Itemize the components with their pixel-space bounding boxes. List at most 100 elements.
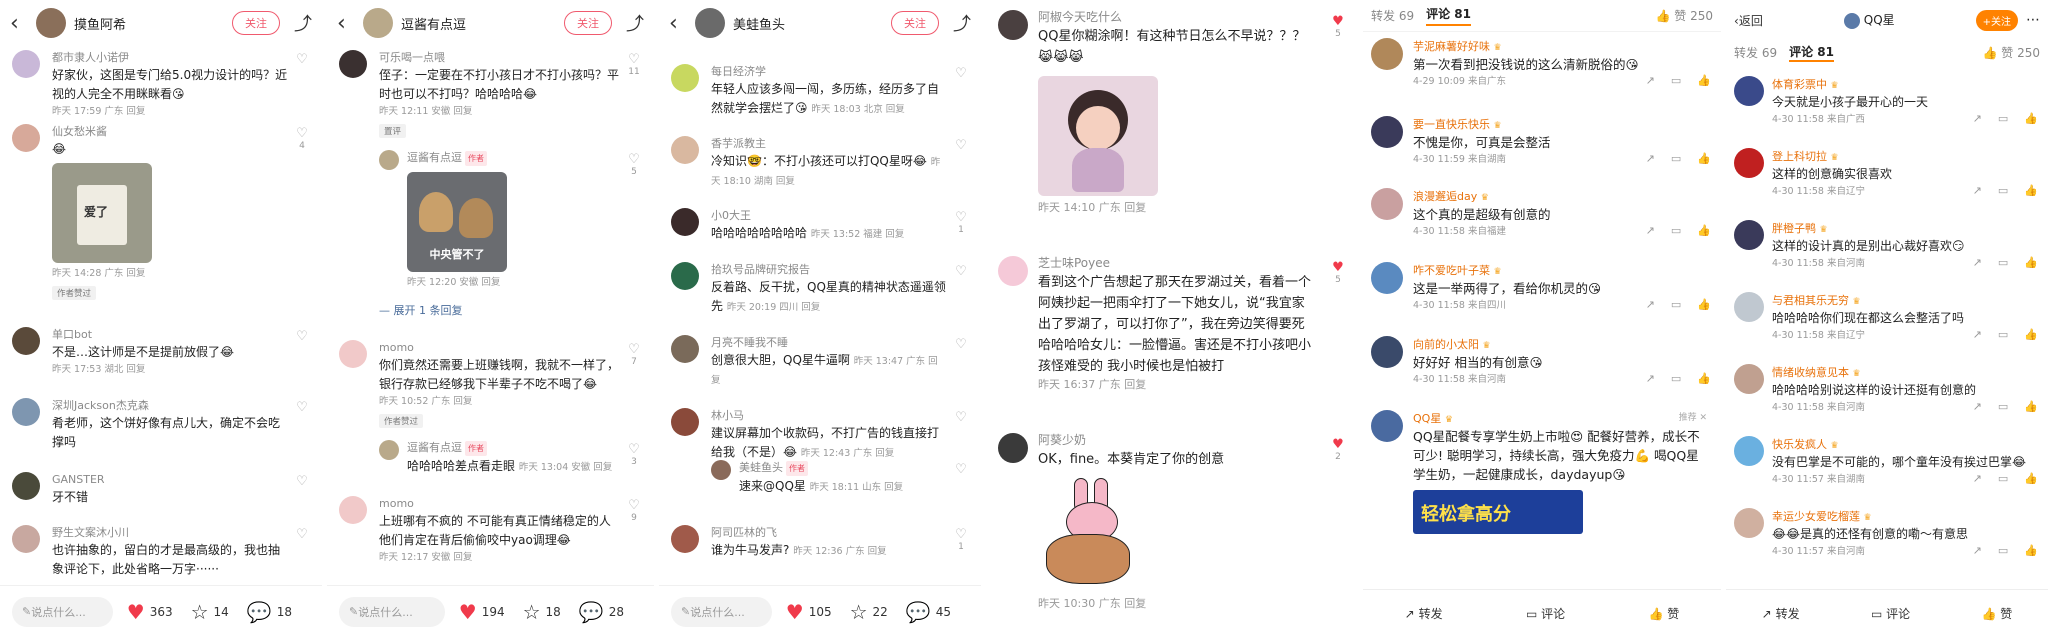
follow-button[interactable]: 关注: [891, 11, 939, 35]
comment-image[interactable]: [1038, 474, 1158, 594]
comment-author[interactable]: 浪漫邂逅day ♛: [1413, 188, 1711, 204]
share-icon[interactable]: ↗: [1646, 372, 1655, 387]
avatar[interactable]: [711, 460, 731, 480]
avatar[interactable]: [1371, 410, 1403, 442]
thumb-icon[interactable]: 👍: [1697, 372, 1711, 387]
comment-button[interactable]: ▭ 评论: [1526, 605, 1565, 622]
share-icon[interactable]: ↗: [1973, 544, 1982, 559]
avatar[interactable]: [339, 496, 367, 524]
comment-button[interactable]: ▭ 评论: [1871, 605, 1910, 622]
avatar[interactable]: [671, 208, 699, 236]
share-icon[interactable]: ↗: [1973, 472, 1982, 487]
like-icon[interactable]: ♡ 4: [292, 126, 312, 152]
comment-author[interactable]: 与君相其乐无穷 ♛: [1772, 292, 2038, 308]
avatar[interactable]: [379, 440, 399, 460]
comment-author[interactable]: momo: [379, 340, 620, 355]
comment-input[interactable]: ✎ 说点什么...: [12, 596, 113, 627]
tab-like[interactable]: 👍 赞 250: [1982, 44, 2040, 61]
comment-author[interactable]: 体育彩票中 ♛: [1772, 76, 2038, 92]
promo-tag[interactable]: 推荐 ✕: [1679, 410, 1707, 423]
avatar[interactable]: [671, 136, 699, 164]
comment-author[interactable]: 美蛙鱼头 作者: [739, 460, 947, 476]
comment-author[interactable]: 深圳Jackson杰克森: [52, 398, 288, 413]
avatar[interactable]: [1371, 116, 1403, 148]
more-icon[interactable]: ⋯: [2026, 12, 2040, 28]
comment-icon[interactable]: ▭: [1998, 544, 2008, 559]
comment-image[interactable]: 爱了: [52, 163, 152, 263]
comment-author[interactable]: 芝士味Poyee: [1038, 256, 1314, 271]
avatar[interactable]: [12, 472, 40, 500]
comment-button[interactable]: 💬 45: [906, 600, 951, 624]
back-icon[interactable]: ‹: [10, 11, 30, 36]
avatar[interactable]: [1734, 76, 1764, 106]
avatar[interactable]: [36, 8, 66, 38]
repost-button[interactable]: ↗ 转发: [1405, 605, 1443, 622]
comment-author[interactable]: 都市隶人小诺伊: [52, 50, 288, 65]
thumb-icon[interactable]: 👍: [1697, 224, 1711, 239]
follow-button[interactable]: 关注: [564, 11, 612, 35]
comment-author[interactable]: 快乐发疯人 ♛: [1772, 436, 2038, 452]
avatar[interactable]: [1734, 292, 1764, 322]
comment-author[interactable]: 拾玖号品牌研究报告: [711, 262, 947, 277]
repost-button[interactable]: ↗ 转发: [1762, 605, 1800, 622]
share-icon[interactable]: ↗: [1646, 224, 1655, 239]
tab-like[interactable]: 👍 赞 250: [1655, 7, 1713, 24]
comment-author[interactable]: 单口bot: [52, 327, 288, 342]
avatar[interactable]: [1843, 12, 1860, 29]
promo-banner[interactable]: 轻松拿高分: [1413, 490, 1583, 534]
avatar[interactable]: [671, 408, 699, 436]
like-icon[interactable]: ♡ 1: [951, 210, 971, 236]
thumb-icon[interactable]: 👍: [2024, 400, 2038, 415]
avatar[interactable]: [12, 124, 40, 152]
thumb-icon[interactable]: 👍: [2024, 256, 2038, 271]
share-icon[interactable]: ⤴: [294, 10, 312, 36]
comment-icon[interactable]: ▭: [1671, 74, 1681, 89]
avatar[interactable]: [695, 8, 725, 38]
thumb-icon[interactable]: 👍: [2024, 184, 2038, 199]
avatar[interactable]: [1371, 336, 1403, 368]
comment-icon[interactable]: ▭: [1671, 372, 1681, 387]
avatar[interactable]: [1734, 148, 1764, 178]
comment-author[interactable]: QQ星 ♛: [1413, 410, 1711, 426]
like-icon[interactable]: ♡: [951, 138, 971, 153]
avatar[interactable]: [379, 150, 399, 170]
avatar[interactable]: [363, 8, 393, 38]
like-icon[interactable]: ♡ 1: [951, 527, 971, 553]
like-icon[interactable]: ♡: [951, 462, 971, 477]
comment-author[interactable]: 幸运少女爱吃榴莲 ♛: [1772, 508, 2038, 524]
thumb-icon[interactable]: 👍: [2024, 112, 2038, 127]
comment-author[interactable]: 小0大王: [711, 208, 947, 223]
like-icon[interactable]: ♡ 5: [624, 152, 644, 178]
comment-author[interactable]: 逗酱有点逗 作者: [407, 440, 620, 456]
avatar[interactable]: [12, 50, 40, 78]
follow-button[interactable]: +关注: [1975, 9, 2018, 31]
like-icon[interactable]: ♡: [951, 264, 971, 279]
thumb-icon[interactable]: 👍: [2024, 544, 2038, 559]
star-button[interactable]: ☆ 18: [523, 600, 561, 624]
comment-input[interactable]: ✎ 说点什么...: [339, 596, 445, 627]
avatar[interactable]: [998, 256, 1028, 286]
like-button[interactable]: ♥ 105: [786, 600, 832, 624]
comment-author[interactable]: 要一直快乐快乐 ♛: [1413, 116, 1711, 132]
follow-button[interactable]: 关注: [232, 11, 280, 35]
comment-button[interactable]: 💬 18: [247, 600, 292, 624]
thumb-icon[interactable]: 👍: [2024, 328, 2038, 343]
comment-author[interactable]: 芋泥麻薯好好味 ♛: [1413, 38, 1711, 54]
avatar[interactable]: [671, 335, 699, 363]
star-button[interactable]: ☆ 14: [191, 600, 229, 624]
like-icon[interactable]: ♡: [951, 410, 971, 425]
back-button[interactable]: ‹返回: [1734, 12, 1763, 29]
like-button[interactable]: 👍 赞: [1648, 605, 1679, 622]
like-icon[interactable]: ♡: [292, 52, 312, 67]
share-icon[interactable]: ↗: [1973, 112, 1982, 127]
comment-author[interactable]: 香芋派教主: [711, 136, 947, 151]
avatar[interactable]: [1734, 436, 1764, 466]
share-icon[interactable]: ↗: [1973, 184, 1982, 199]
like-icon[interactable]: ♥ 2: [1328, 437, 1348, 463]
author-name[interactable]: 逗酱有点逗: [401, 14, 564, 33]
like-icon[interactable]: ♡ 9: [624, 498, 644, 524]
avatar[interactable]: [1371, 38, 1403, 70]
like-icon[interactable]: ♡: [951, 337, 971, 352]
thumb-icon[interactable]: 👍: [2024, 472, 2038, 487]
share-icon[interactable]: ↗: [1646, 74, 1655, 89]
